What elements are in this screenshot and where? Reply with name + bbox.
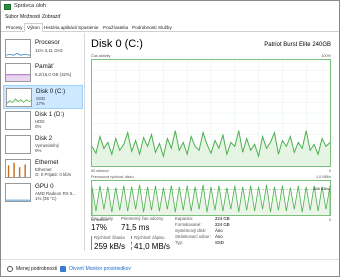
fewer-details-link[interactable]: Menej podrobností [16, 266, 57, 272]
performance-sidebar: Procesor 11% 3,11 GHz Pamäť 5,2/16,0 GB … [1, 33, 85, 251]
transfer-graph-label: Prenosová rýchlosť disku [91, 175, 134, 179]
sidebar-label: Ethernet [35, 159, 59, 166]
disk1-thumbnail [5, 111, 31, 130]
menu-view[interactable]: Zobraziť [42, 14, 61, 20]
activity-graph [91, 59, 331, 167]
write-value: 41,0 MB/s [134, 242, 171, 251]
gpu-thumbnail [5, 183, 31, 202]
activity-graph-max: 100% [321, 54, 331, 58]
sidebar-sub2: O: 0 Prijaté: 0 kb/s [35, 172, 72, 177]
tab-processes[interactable]: Procesy [3, 23, 26, 32]
menu-file[interactable]: Súbor [5, 14, 18, 20]
sidebar-item-ethernet[interactable]: Ethernet Ethernet O: 0 Prijaté: 0 kb/s [3, 157, 83, 181]
sidebar-item-gpu0[interactable]: GPU 0 AMD Radeon RX 5... 1% (35 °C) [3, 181, 83, 205]
activity-graph-label: Čas aktivity [91, 54, 111, 58]
prop-value: Áno [215, 234, 223, 239]
transfer-graph-min: 0 [328, 218, 331, 222]
sidebar-label: Disk 0 (C:) [36, 88, 66, 95]
sidebar-sub: 5,2/16,0 GB (32%) [35, 72, 72, 77]
activity-label: Čas aktivity [91, 216, 113, 221]
prop-key: Stránkovací súbor: [175, 234, 211, 239]
sidebar-item-disk2[interactable]: Disk 2 Vymeniteľný 0% [3, 133, 83, 157]
tab-startup[interactable]: Spustenie [75, 23, 101, 32]
window-title: Správca úloh [14, 3, 47, 9]
task-manager-window: Správca úloh Súbor Možnosti Zobraziť Pro… [0, 0, 340, 277]
sidebar-sub2: 1% (35 °C) [35, 196, 57, 201]
transfer-rate-graph [91, 180, 331, 216]
transfer-graph-max: 1,0 MB/s [316, 175, 331, 179]
menu-bar: Súbor Možnosti Zobraziť [1, 13, 339, 22]
read-label: Rýchlosť čítania [94, 235, 125, 240]
prop-key: Kapacita: [175, 216, 193, 221]
page-title: Disk 0 (C:) [91, 38, 143, 50]
response-value: 71,5 ms [121, 223, 150, 232]
tab-users[interactable]: Používatelia [100, 23, 131, 32]
ethernet-thumbnail [5, 159, 31, 178]
tab-performance[interactable]: Výkon [24, 23, 43, 32]
sidebar-sub2: 0% [35, 148, 42, 153]
prop-value: 224 GB [215, 216, 230, 221]
cpu-thumbnail [5, 39, 31, 58]
activity-value: 17% [91, 223, 108, 232]
prop-value: 224 GB [215, 222, 230, 227]
menu-options[interactable]: Možnosti [20, 14, 40, 20]
resource-monitor-icon[interactable] [60, 266, 66, 272]
task-manager-icon [4, 4, 11, 10]
sidebar-label: Disk 2 [35, 135, 53, 142]
sidebar-sub2: 0% [35, 124, 42, 129]
response-label: Priemerný čas odozvy [121, 216, 164, 221]
sidebar-item-disk1[interactable]: Disk 1 (D:) HDD 0% [3, 109, 83, 133]
sidebar-item-cpu[interactable]: Procesor 11% 3,11 GHz [3, 37, 83, 61]
read-legend-line [91, 236, 92, 250]
sidebar-label: Procesor [35, 39, 60, 46]
disk-detail-panel: Disk 0 (C:) Patriot Burst Elite 240GB Ča… [87, 33, 339, 259]
read-value: 259 kB/s [94, 242, 126, 251]
open-resource-monitor-link[interactable]: Otvoriť Monitor prostriedkov [69, 266, 131, 272]
chevron-up-icon[interactable] [7, 266, 13, 272]
write-legend-line [131, 236, 132, 250]
memory-thumbnail [5, 63, 31, 82]
prop-key: Typ: [175, 240, 184, 245]
activity-graph-time: 60 sekúnd [91, 169, 109, 173]
transfer-graph-mid: 800 KB/s [313, 187, 329, 191]
write-label: Rýchlosť zápisu [134, 235, 165, 240]
disk0-thumbnail [6, 88, 32, 107]
sidebar-sub2: 17% [36, 101, 45, 106]
sidebar-label: GPU 0 [35, 183, 54, 190]
disk-model: Patriot Burst Elite 240GB [264, 42, 331, 48]
disk2-thumbnail [5, 135, 31, 154]
prop-value: SSD [215, 240, 224, 245]
prop-key: Systémový disk: [175, 228, 207, 233]
prop-key: Formátované: [175, 222, 202, 227]
tab-services[interactable]: Služby [155, 23, 175, 32]
sidebar-sub: 11% 3,11 GHz [35, 48, 63, 53]
footer: Menej podrobností Otvoriť Monitor prostr… [1, 259, 339, 277]
prop-value: Áno [215, 228, 223, 233]
sidebar-label: Disk 1 (D:) [35, 111, 65, 118]
sidebar-item-disk0[interactable]: Disk 0 (C:) SSD 17% [3, 85, 83, 109]
tab-strip: Procesy Výkon História aplikácií Spusten… [1, 22, 339, 32]
sidebar-item-memory[interactable]: Pamäť 5,2/16,0 GB (32%) [3, 61, 83, 85]
sidebar-label: Pamäť [35, 63, 54, 70]
activity-graph-min: 0 [328, 169, 331, 173]
